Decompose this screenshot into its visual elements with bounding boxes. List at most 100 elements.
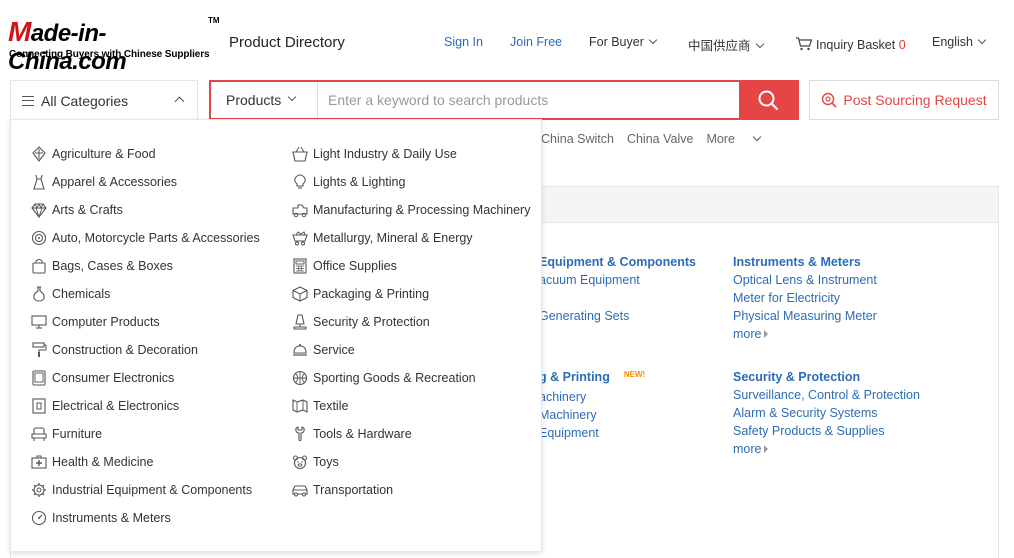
hot-keyword-link[interactable]: China Switch [541, 132, 614, 146]
hot-keywords: China Switch China Valve More [541, 132, 786, 146]
more-keywords-toggle[interactable]: More [706, 132, 772, 146]
directory-link[interactable]: Surveillance, Control & Protection [733, 386, 920, 404]
chevron-down-icon [752, 132, 762, 142]
category-label: Furniture [52, 427, 103, 441]
directory-group: Equipment & Components acuum Equipment G… [539, 253, 696, 325]
logo-slogan: Connecting Buyers with Chinese Suppliers [9, 49, 210, 60]
category-electrical-electronics[interactable]: Electrical & Electronics [31, 397, 179, 415]
directory-link[interactable]: Machinery [539, 406, 645, 424]
directory-link[interactable]: Generating Sets [539, 307, 696, 325]
calculator-icon [293, 258, 307, 274]
inquiry-basket-link[interactable]: Inquiry Basket 0 [795, 35, 906, 52]
category-tools-hardware[interactable]: Tools & Hardware [292, 425, 412, 443]
hot-keyword-link[interactable]: China Valve [627, 132, 693, 146]
category-agriculture-food[interactable]: Agriculture & Food [31, 145, 156, 163]
category-industrial-equipment[interactable]: Industrial Equipment & Components [31, 481, 252, 499]
category-sporting-goods[interactable]: Sporting Goods & Recreation [292, 369, 476, 387]
sofa-icon [31, 427, 47, 441]
directory-link[interactable]: Safety Products & Supplies [733, 422, 920, 440]
category-health-medicine[interactable]: Health & Medicine [31, 453, 153, 471]
category-chemicals[interactable]: Chemicals [31, 285, 110, 303]
directory-link[interactable]: Optical Lens & Instrument [733, 271, 877, 289]
category-construction-decoration[interactable]: Construction & Decoration [31, 341, 198, 359]
directory-link[interactable] [539, 289, 696, 307]
category-manufacturing-machinery[interactable]: Manufacturing & Processing Machinery [292, 201, 530, 219]
logo-wordmark: Made-in-China.com [8, 16, 127, 76]
category-label: Light Industry & Daily Use [313, 147, 457, 161]
category-apparel-accessories[interactable]: Apparel & Accessories [31, 173, 177, 191]
post-sourcing-request-button[interactable]: Post Sourcing Request [809, 80, 999, 120]
category-arts-crafts[interactable]: Arts & Crafts [31, 201, 123, 219]
category-instruments-meters[interactable]: Instruments & Meters [31, 509, 171, 527]
directory-group-heading-text: g & Printing [539, 370, 610, 384]
directory-link[interactable]: achinery [539, 388, 645, 406]
category-security-protection[interactable]: Security & Protection [292, 313, 430, 331]
category-label: Bags, Cases & Boxes [52, 259, 173, 273]
category-furniture[interactable]: Furniture [31, 425, 102, 443]
directory-group: Instruments & Meters Optical Lens & Inst… [733, 253, 877, 343]
search-bar: Products [209, 80, 799, 120]
category-bags-cases[interactable]: Bags, Cases & Boxes [31, 257, 173, 275]
more-label: More [706, 132, 735, 146]
category-computer-products[interactable]: Computer Products [31, 313, 160, 331]
ball-icon [292, 370, 308, 386]
monitor-icon [31, 315, 47, 329]
directory-link[interactable]: Meter for Electricity [733, 289, 877, 307]
chevron-up-icon [174, 96, 185, 107]
cloche-icon [293, 344, 307, 356]
category-label: Sporting Goods & Recreation [313, 371, 476, 385]
category-office-supplies[interactable]: Office Supplies [292, 257, 397, 275]
site-logo[interactable]: Made-in-China.com TM Connecting Buyers w… [8, 16, 220, 75]
join-free-link[interactable]: Join Free [510, 35, 562, 49]
category-lights-lighting[interactable]: Lights & Lighting [292, 173, 405, 191]
more-link[interactable]: more [733, 440, 920, 458]
category-label: Service [313, 343, 355, 357]
directory-group-heading[interactable]: Equipment & Components [539, 253, 696, 271]
medkit-icon [31, 455, 47, 469]
cart-icon [796, 37, 813, 51]
search-type-select[interactable]: Products [211, 82, 318, 118]
directory-group-heading[interactable]: Security & Protection [733, 368, 920, 386]
category-toys[interactable]: Toys [292, 453, 339, 471]
bear-icon [293, 455, 307, 470]
agriculture-icon [32, 146, 46, 162]
all-categories-label: All Categories [41, 92, 129, 109]
post-sourcing-request-label: Post Sourcing Request [843, 92, 987, 108]
chinese-suppliers-menu[interactable]: 中国供应商 [688, 35, 764, 54]
directory-link[interactable]: acuum Equipment [539, 271, 696, 289]
search-input[interactable] [318, 82, 739, 118]
category-consumer-electronics[interactable]: Consumer Electronics [31, 369, 174, 387]
gauge-icon [31, 510, 47, 526]
directory-link[interactable]: Alarm & Security Systems [733, 404, 920, 422]
directory-link[interactable]: Equipment [539, 424, 645, 442]
category-label: Packaging & Printing [313, 287, 430, 301]
directory-group: Security & Protection Surveillance, Cont… [733, 368, 920, 458]
category-packaging-printing[interactable]: Packaging & Printing [292, 285, 429, 303]
category-light-industry[interactable]: Light Industry & Daily Use [292, 145, 457, 163]
category-service[interactable]: Service [292, 341, 355, 359]
mine-cart-icon [292, 231, 308, 246]
category-transportation[interactable]: Transportation [292, 481, 393, 499]
apparel-icon [33, 174, 45, 190]
category-label: Office Supplies [313, 259, 397, 273]
logo-trademark: TM [208, 16, 220, 25]
directory-group-heading[interactable]: g & Printing NEW! [539, 368, 645, 388]
for-buyer-menu[interactable]: For Buyer [589, 35, 658, 49]
basket-icon [292, 146, 308, 162]
lamp-icon [293, 314, 307, 330]
category-label: Tools & Hardware [313, 427, 412, 441]
for-buyer-label: For Buyer [589, 35, 644, 49]
language-menu[interactable]: English [932, 35, 987, 49]
category-auto-motorcycle[interactable]: Auto, Motorcycle Parts & Accessories [31, 229, 260, 247]
sign-in-link[interactable]: Sign In [444, 35, 483, 49]
all-categories-toggle[interactable]: All Categories [10, 80, 198, 120]
category-textile[interactable]: Textile [292, 397, 348, 415]
category-metallurgy-mineral[interactable]: Metallurgy, Mineral & Energy [292, 229, 473, 247]
machine-icon [292, 204, 308, 218]
category-label: Construction & Decoration [52, 343, 198, 357]
directory-link[interactable]: Physical Measuring Meter [733, 307, 877, 325]
search-button[interactable] [739, 82, 797, 118]
directory-group-heading[interactable]: Instruments & Meters [733, 253, 877, 271]
more-link[interactable]: more [733, 325, 877, 343]
category-label: Agriculture & Food [52, 147, 156, 161]
